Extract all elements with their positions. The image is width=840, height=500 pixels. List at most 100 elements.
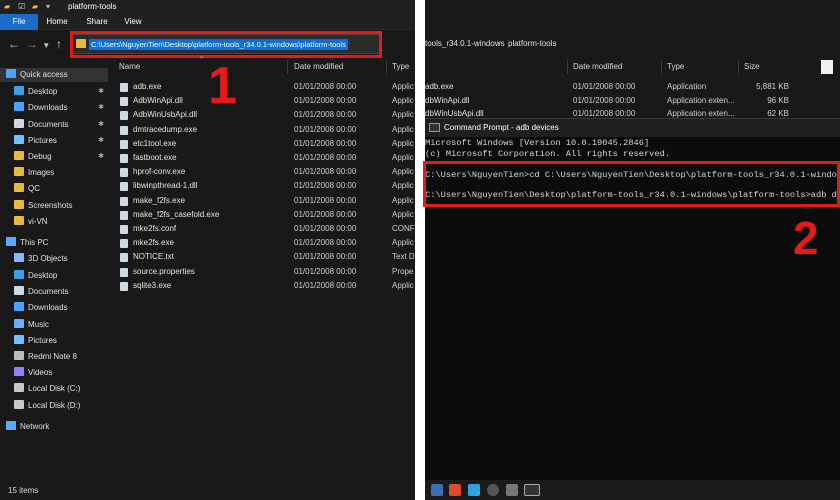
column-date-modified[interactable]: Date modified	[573, 62, 622, 71]
tab-file[interactable]: File	[0, 14, 38, 30]
file-date: 01/01/2008 00:00	[294, 209, 357, 219]
column-type[interactable]: Type	[392, 62, 409, 71]
recent-chevron-icon[interactable]: ▾	[44, 40, 49, 51]
file-name: libwinpthread-1.dll	[133, 181, 198, 191]
sidebar-item[interactable]: Debug ✱	[0, 150, 108, 164]
tab-view[interactable]: View	[116, 14, 150, 30]
settings-taskbar-icon[interactable]	[506, 484, 518, 496]
pin-icon[interactable]: ✱	[98, 118, 104, 132]
download-icon	[14, 302, 24, 311]
sidebar-item[interactable]: Desktop	[0, 269, 108, 283]
sidebar-item[interactable]: vi-VN	[0, 215, 108, 229]
sidebar-item[interactable]: Local Disk (C:)	[0, 382, 108, 396]
sidebar-item[interactable]: Documents ✱	[0, 118, 108, 132]
tab-home[interactable]: Home	[40, 14, 74, 30]
file-row[interactable]: mke2fs.exe 01/01/2008 00:00 Applic	[114, 236, 414, 250]
file-row[interactable]: make_f2fs_casefold.exe 01/01/2008 00:00 Ap…	[114, 208, 414, 222]
breadcrumb[interactable]: tools_r34.0.1-windows › platform-tools	[425, 36, 840, 52]
forward-arrow-icon[interactable]: →	[26, 37, 38, 51]
file-row[interactable]: AdbWinUsbApi.dll 01/01/2008 00:00 Applic	[114, 108, 414, 122]
breadcrumb-item[interactable]: tools_r34.0.1-windows	[425, 39, 505, 48]
sidebar-item[interactable]: Redmi Note 8	[0, 350, 108, 364]
column-divider[interactable]	[661, 60, 662, 74]
chrome-taskbar-icon[interactable]	[487, 484, 499, 496]
breadcrumb-item[interactable]: platform-tools	[508, 39, 556, 48]
sidebar-item[interactable]: Downloads	[0, 301, 108, 315]
pin-icon[interactable]: ✱	[98, 101, 104, 115]
scrollbar-thumb[interactable]	[821, 60, 833, 74]
sidebar-item[interactable]: Local Disk (D:)	[0, 399, 108, 413]
highlight-box-address	[70, 31, 382, 58]
column-divider[interactable]	[567, 60, 568, 74]
file-name: source.properties	[133, 266, 195, 276]
file-row[interactable]: source.properties 01/01/2008 00:00 Prope	[114, 265, 414, 279]
pin-icon[interactable]: ✱	[98, 85, 104, 99]
sidebar-item[interactable]: QC	[0, 182, 108, 196]
sidebar-item-label: Pictures	[28, 136, 57, 145]
file-type: Applic	[392, 82, 414, 91]
column-name[interactable]: Name	[119, 62, 140, 71]
file-row[interactable]: dmtracedump.exe 01/01/2008 00:00 Applic	[114, 123, 414, 137]
sidebar-item-label: Network	[20, 422, 50, 431]
telegram-taskbar-icon[interactable]	[468, 484, 480, 496]
file-icon	[120, 111, 128, 121]
cmd-title-bar[interactable]: Command Prompt - adb devices	[425, 119, 840, 137]
column-divider[interactable]	[386, 60, 387, 74]
sidebar-item[interactable]: Images	[0, 166, 108, 180]
window-title: platform-tools	[68, 2, 117, 11]
app-taskbar-icon[interactable]	[449, 484, 461, 496]
pin-icon[interactable]: ✱	[98, 134, 104, 148]
cmd-taskbar-icon[interactable]	[524, 484, 540, 496]
file-row[interactable]: libwinpthread-1.dll 01/01/2008 00:00 Appli…	[114, 179, 414, 193]
sidebar-item[interactable]: Music	[0, 318, 108, 332]
sidebar-item-label: Local Disk (D:)	[28, 401, 81, 410]
sidebar-item-label: Screenshots	[28, 201, 73, 210]
window-divider	[415, 0, 425, 500]
sidebar-item[interactable]: Screenshots	[0, 199, 108, 213]
terminal-icon	[429, 123, 440, 132]
new-folder-icon[interactable]: ▰	[32, 2, 38, 11]
network-icon	[6, 421, 16, 430]
column-type[interactable]: Type	[667, 62, 684, 71]
file-row[interactable]: adb.exe 01/01/2008 00:00 Application 5,881 …	[425, 80, 840, 94]
file-row[interactable]: fastboot.exe 01/01/2008 00:00 Applic	[114, 151, 414, 165]
column-divider[interactable]	[287, 60, 288, 74]
file-row[interactable]: adb.exe 01/01/2008 00:00 Applic	[114, 80, 414, 94]
file-row[interactable]: etc1tool.exe 01/01/2008 00:00 Applic	[114, 137, 414, 151]
sidebar-item[interactable]: Desktop ✱	[0, 85, 108, 99]
sidebar-item[interactable]: Videos	[0, 366, 108, 380]
pin-icon[interactable]: ✱	[98, 150, 104, 164]
sidebar-item[interactable]: Network	[0, 420, 108, 434]
file-type: Applic	[392, 280, 414, 290]
back-arrow-icon[interactable]: ←	[8, 37, 20, 51]
file-row[interactable]: make_f2fs.exe 01/01/2008 00:00 Applic	[114, 194, 414, 208]
file-row[interactable]: AdbWinApi.dll 01/01/2008 00:00 Applic	[114, 94, 414, 108]
sidebar-item-label: Local Disk (C:)	[28, 384, 81, 393]
sidebar-item[interactable]: Quick access	[0, 68, 108, 82]
sidebar-item[interactable]: 3D Objects	[0, 252, 108, 266]
column-divider[interactable]	[738, 60, 739, 74]
sidebar-item[interactable]: This PC	[0, 236, 108, 250]
sidebar-item[interactable]: Pictures ✱	[0, 134, 108, 148]
file-type: Application exten...	[667, 109, 735, 118]
sidebar-item-label: Downloads	[28, 103, 68, 112]
column-size[interactable]: Size	[744, 62, 760, 71]
file-row[interactable]: mke2fs.conf 01/01/2008 00:00 CONF	[114, 222, 415, 236]
pc-icon	[6, 237, 16, 246]
file-row[interactable]: hprof-conv.exe 01/01/2008 00:00 Applic	[114, 165, 414, 179]
properties-icon[interactable]: ☑	[18, 2, 25, 11]
tab-share[interactable]: Share	[80, 14, 114, 30]
file-row[interactable]: sqlite3.exe 01/01/2008 00:00 Applic	[114, 279, 414, 293]
file-icon	[120, 196, 128, 206]
file-row[interactable]: NOTICE.txt 01/01/2008 00:00 Text D	[114, 250, 415, 264]
file-row[interactable]: dbWinApi.dll 01/01/2008 00:00 Application …	[425, 94, 840, 108]
file-type: Applic	[392, 167, 414, 177]
up-arrow-icon[interactable]: ↑	[56, 37, 62, 51]
file-type: Applic	[392, 238, 414, 248]
sidebar-item[interactable]: Pictures	[0, 334, 108, 348]
chevron-down-icon[interactable]: ▾	[46, 2, 50, 11]
sidebar-item[interactable]: Downloads ✱	[0, 101, 108, 115]
sidebar-item[interactable]: Documents	[0, 285, 108, 299]
column-date-modified[interactable]: Date modified	[294, 62, 343, 71]
explorer-taskbar-icon[interactable]	[431, 484, 443, 496]
